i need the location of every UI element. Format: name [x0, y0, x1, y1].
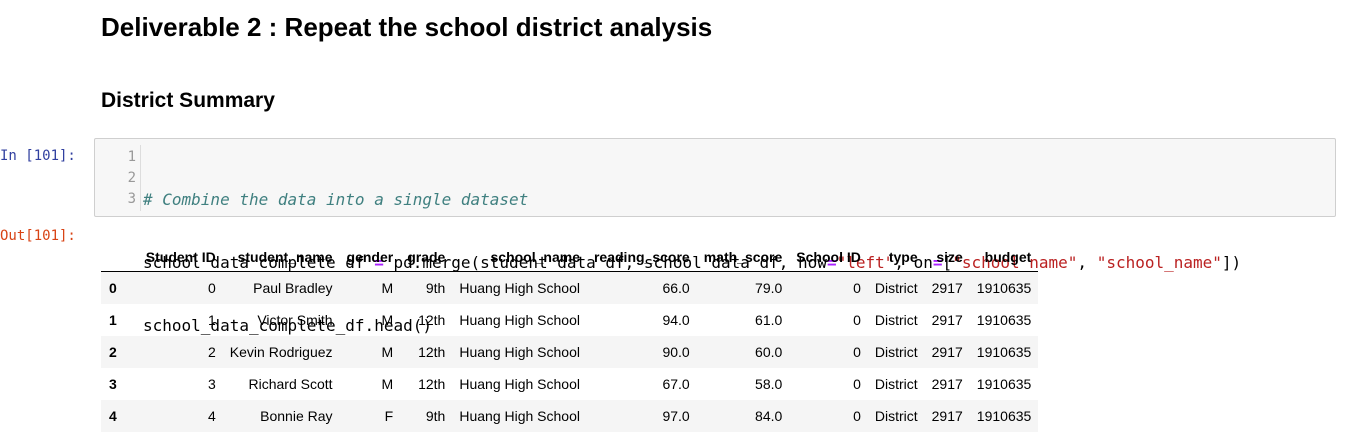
table-cell: 66.0 [662, 279, 690, 296]
table-cell: 9th [425, 407, 446, 424]
table-cell: 0 [853, 279, 861, 296]
table-cell: Richard Scott [248, 375, 333, 392]
column-header: grade [400, 243, 453, 272]
output-prompt: Out[101]: [0, 228, 76, 244]
dataframe-output-table: Student ID student_name gender grade sch… [101, 243, 1039, 432]
table-cell: 1910635 [976, 343, 1032, 360]
input-prompt: In [101]: [0, 148, 76, 164]
table-cell: 1910635 [976, 311, 1032, 328]
code-string: "school_name" [1096, 253, 1222, 272]
table-cell: 0 [853, 375, 861, 392]
table-cell: 4 [208, 407, 216, 424]
table-cell: 2917 [931, 375, 963, 392]
table-row: 4 4 Bonnie Ray F 9th Huang High School 97.0 84.… [101, 399, 1039, 432]
table-header-row: Student ID student_name gender grade sch… [101, 243, 1039, 272]
table-cell: 94.0 [662, 311, 690, 328]
table-cell: 84.0 [755, 407, 783, 424]
code-token: ]) [1221, 253, 1242, 272]
table-body: 0 0 Paul Bradley M 9th Huang High School 66.0 7… [101, 271, 1039, 432]
table-cell: 90.0 [662, 343, 690, 360]
row-index: 1 [109, 311, 117, 328]
table-cell: 1 [208, 311, 216, 328]
table-cell: District [874, 279, 918, 296]
district-summary-heading: District Summary [101, 89, 275, 112]
table-cell: 2 [208, 343, 216, 360]
table-cell: 60.0 [755, 343, 783, 360]
column-header: School ID [789, 243, 868, 272]
table-cell: 12th [418, 375, 446, 392]
column-header-index [101, 243, 139, 272]
table-cell: Paul Bradley [253, 279, 333, 296]
table-cell: 0 [853, 343, 861, 360]
table-cell: 2917 [931, 279, 963, 296]
table-cell: 2917 [931, 343, 963, 360]
column-header: school_name [452, 243, 587, 272]
line-number: 3 [127, 191, 136, 207]
column-header: size [924, 243, 970, 272]
table-cell: 61.0 [755, 311, 783, 328]
table-cell: 2917 [931, 407, 963, 424]
row-index: 4 [109, 407, 117, 424]
code-token: , [1077, 253, 1097, 272]
table-cell: Victor Smith [257, 311, 333, 328]
table-row: 3 3 Richard Scott M 12th Huang High School 67.… [101, 368, 1038, 400]
table-cell: Huang High School [459, 407, 580, 424]
table-cell: Huang High School [459, 311, 580, 328]
column-header: budget [969, 243, 1039, 272]
table-cell: Huang High School [459, 279, 580, 296]
row-index: 0 [109, 279, 117, 296]
table-cell: M [381, 311, 394, 328]
table-cell: 1910635 [976, 375, 1032, 392]
line-number: 2 [127, 170, 136, 186]
table-cell: Huang High School [459, 343, 580, 360]
table-row: 0 0 Paul Bradley M 9th Huang High School 66.0 7… [101, 271, 1039, 304]
table-cell: F [384, 407, 394, 424]
column-header: Student ID [138, 243, 223, 272]
table-row: 1 1 Victor Smith M 12th Huang High School 94.0… [101, 304, 1038, 336]
table-cell: 2917 [931, 311, 963, 328]
table-cell: Huang High School [459, 375, 580, 392]
table-cell: District [874, 375, 918, 392]
table-cell: M [381, 375, 394, 392]
line-number-gutter: 1 2 3 [95, 147, 136, 210]
table-cell: 0 [853, 407, 861, 424]
table-cell: 12th [418, 311, 446, 328]
table-cell: 79.0 [755, 279, 783, 296]
code-comment: # Combine the data into a single dataset [143, 190, 529, 209]
gutter-divider [140, 145, 141, 211]
table-cell: 97.0 [662, 407, 690, 424]
table-cell: 0 [853, 311, 861, 328]
column-header: gender [339, 243, 401, 272]
table-cell: 12th [418, 343, 446, 360]
line-number: 1 [127, 149, 136, 165]
table-cell: Kevin Rodriguez [229, 343, 333, 360]
table-row: 2 2 Kevin Rodriguez M 12th Huang High School 9… [101, 335, 1039, 368]
table-cell: M [381, 279, 394, 296]
table-cell: 58.0 [755, 375, 783, 392]
deliverable-heading: Deliverable 2 : Repeat the school distri… [101, 12, 713, 42]
row-index: 2 [109, 343, 117, 360]
table-cell: 3 [208, 375, 216, 392]
table-cell: 1910635 [976, 279, 1032, 296]
table-cell: M [381, 343, 394, 360]
column-header: math_score [696, 243, 790, 272]
table-cell: 1910635 [976, 407, 1032, 424]
row-index: 3 [109, 375, 117, 392]
table-cell: Bonnie Ray [260, 407, 333, 424]
code-cell-editor[interactable]: 1 2 3 # Combine the data into a single d… [94, 138, 1336, 335]
table-cell: District [874, 311, 918, 328]
table-cell: District [874, 407, 918, 424]
table-cell: 9th [425, 279, 446, 296]
table-cell: 67.0 [662, 375, 690, 392]
column-header: reading_score [586, 243, 697, 272]
code-line-1: # Combine the data into a single dataset [143, 189, 1241, 210]
column-header: student_name [222, 243, 340, 272]
table-cell: 0 [208, 279, 216, 296]
table-cell: District [874, 343, 918, 360]
column-header: type [867, 243, 925, 272]
